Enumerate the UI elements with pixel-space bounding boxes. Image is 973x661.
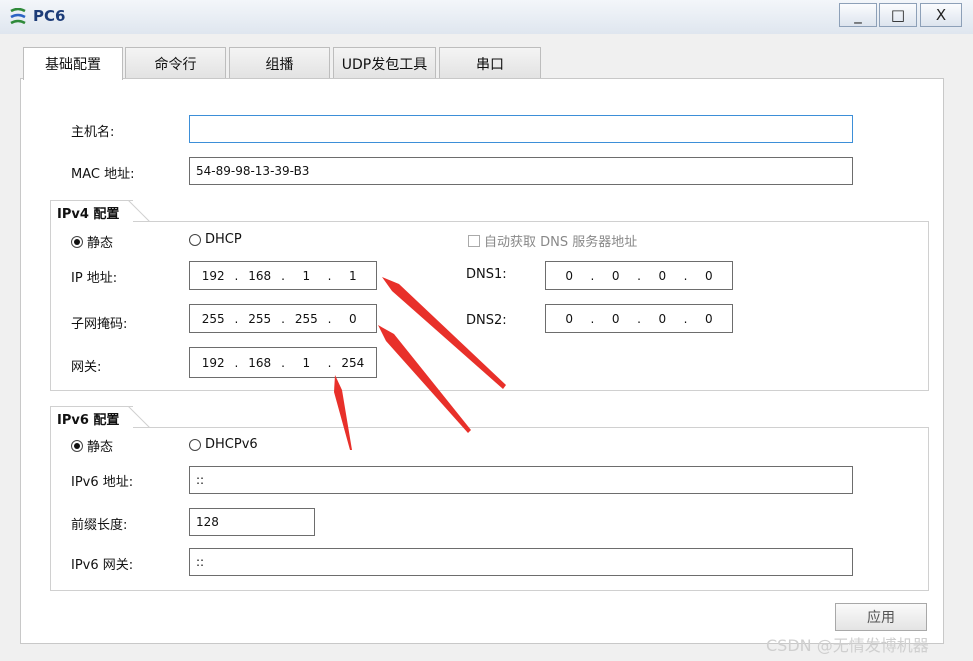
dot: .: [327, 355, 332, 370]
radio-unselected-icon: [189, 233, 201, 246]
dns2-octet-1: 0: [565, 311, 573, 326]
minimize-button[interactable]: _: [839, 3, 877, 27]
ipv4-group-title: IPv4 配置: [50, 200, 134, 223]
prefix-length-input[interactable]: 128: [189, 508, 315, 536]
dot: .: [234, 268, 239, 283]
ipv6-gateway-label: IPv6 网关:: [71, 558, 134, 573]
ip-octet-3: 1: [302, 268, 311, 283]
dns2-input[interactable]: 0. 0. 0. 0: [545, 304, 733, 333]
mac-field[interactable]: 54-89-98-13-39-B3: [189, 157, 853, 185]
dns2-octet-4: 0: [705, 311, 713, 326]
mac-label: MAC 地址:: [71, 167, 135, 182]
ipv6-gateway-input[interactable]: ::: [189, 548, 853, 576]
gateway-label: 网关:: [71, 360, 102, 375]
dns1-octet-1: 0: [565, 268, 573, 283]
dns1-label: DNS1:: [466, 267, 507, 282]
hostname-label: 主机名:: [71, 125, 115, 140]
dot: .: [281, 355, 285, 370]
mask-octet-1: 255: [201, 311, 225, 326]
gateway-input[interactable]: 192. 168. 1. 254: [189, 347, 377, 378]
dns2-octet-3: 0: [658, 311, 667, 326]
dns1-input[interactable]: 0. 0. 0. 0: [545, 261, 733, 290]
ipv4-title-notch: [128, 200, 150, 222]
dot: .: [683, 311, 688, 326]
ipv6-title-notch: [128, 406, 150, 428]
radio-selected-icon: [71, 235, 83, 248]
dot: .: [234, 311, 239, 326]
mask-label: 子网掩码:: [71, 317, 128, 332]
dns1-octet-3: 0: [658, 268, 667, 283]
ip-octet-1: 192: [201, 268, 225, 283]
tab-udp-tool[interactable]: UDP发包工具: [333, 47, 436, 79]
hostname-input[interactable]: [189, 115, 853, 143]
checkbox-icon: [468, 234, 480, 247]
auto-dns-label: 自动获取 DNS 服务器地址: [484, 235, 638, 250]
tab-basic-config[interactable]: 基础配置: [23, 47, 123, 80]
dot: .: [637, 311, 641, 326]
gw-octet-3: 1: [302, 355, 311, 370]
watermark-text: CSDN @无情发博机器: [766, 636, 929, 655]
dot: .: [327, 268, 332, 283]
ipv6-dhcp-radio[interactable]: DHCPv6: [189, 437, 258, 452]
dot: .: [590, 268, 595, 283]
dot: .: [234, 355, 239, 370]
close-button[interactable]: X: [920, 3, 962, 27]
ipv6-static-label: 静态: [87, 440, 114, 455]
tab-serial[interactable]: 串口: [439, 47, 541, 79]
ip-octet-4: 1: [349, 268, 357, 283]
maximize-button[interactable]: □: [879, 3, 917, 27]
gw-octet-2: 168: [248, 355, 272, 370]
auto-dns-checkbox[interactable]: 自动获取 DNS 服务器地址: [468, 231, 637, 250]
ip-address-input[interactable]: 192. 168. 1. 1: [189, 261, 377, 290]
dot: .: [281, 311, 285, 326]
gw-octet-1: 192: [201, 355, 225, 370]
dns1-octet-4: 0: [705, 268, 713, 283]
prefix-length-label: 前缀长度:: [71, 518, 128, 533]
dns1-octet-2: 0: [611, 268, 620, 283]
dot: .: [590, 311, 595, 326]
dns2-label: DNS2:: [466, 313, 507, 328]
dot: .: [683, 268, 688, 283]
ip-octet-2: 168: [248, 268, 272, 283]
pc-app-icon: [10, 8, 26, 25]
ipv4-dhcp-radio[interactable]: DHCP: [189, 232, 242, 247]
gw-octet-4: 254: [341, 355, 365, 370]
mask-octet-4: 0: [349, 311, 357, 326]
subnet-mask-input[interactable]: 255. 255. 255. 0: [189, 304, 377, 333]
radio-selected-icon: [71, 439, 83, 452]
ipv6-address-input[interactable]: ::: [189, 466, 853, 494]
ipv6-addr-label: IPv6 地址:: [71, 475, 134, 490]
mask-octet-3: 255: [294, 311, 318, 326]
dot: .: [637, 268, 641, 283]
ipv4-dhcp-label: DHCP: [205, 232, 242, 247]
ipv6-static-radio[interactable]: 静态: [71, 436, 113, 455]
window-title: PC6: [33, 7, 66, 25]
dns2-octet-2: 0: [611, 311, 620, 326]
tab-multicast[interactable]: 组播: [229, 47, 330, 79]
ipv4-static-label: 静态: [87, 236, 114, 251]
dot: .: [327, 311, 332, 326]
radio-unselected-icon: [189, 438, 201, 451]
tab-command-line[interactable]: 命令行: [125, 47, 226, 79]
ipv6-dhcp-label: DHCPv6: [205, 437, 258, 452]
title-bar: [0, 0, 973, 35]
ipv6-group-title: IPv6 配置: [50, 406, 134, 429]
ipv4-static-radio[interactable]: 静态: [71, 232, 113, 251]
dot: .: [281, 268, 285, 283]
ip-label: IP 地址:: [71, 271, 118, 286]
mask-octet-2: 255: [248, 311, 272, 326]
apply-button[interactable]: 应用: [835, 603, 927, 631]
